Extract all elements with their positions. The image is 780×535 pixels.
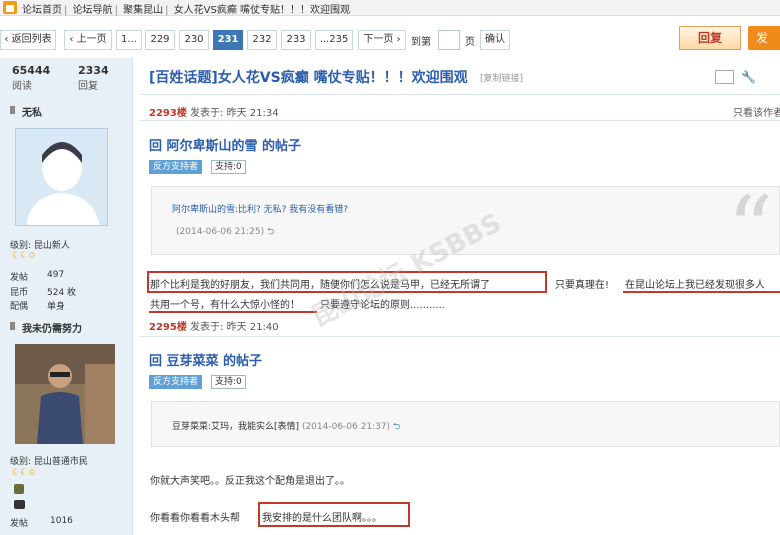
thread-title: [百姓话题]女人花VS疯癫 嘴仗专贴！！！欢迎围观 bbox=[149, 70, 468, 86]
coins-value: 524 枚 bbox=[47, 288, 77, 298]
copy-link[interactable]: [复制链接] bbox=[480, 71, 523, 84]
post-title: 回 豆芽菜菜 的帖子 bbox=[149, 354, 263, 369]
user-level: 级别: 昆山新人 bbox=[10, 241, 70, 251]
posts-label: 发帖 bbox=[10, 519, 29, 529]
quote-text: 阿尔卑斯山的雪:比利? 无私? 我有没有看错? bbox=[172, 205, 349, 215]
post-text: 你看看你看看木头帮 bbox=[150, 513, 240, 524]
page-link[interactable]: 233 bbox=[281, 30, 311, 50]
partner-value: 单身 bbox=[47, 302, 66, 312]
back-to-list-button[interactable]: ‹ 返回列表 bbox=[0, 30, 56, 50]
reply-button[interactable]: 回复 bbox=[679, 26, 741, 50]
breadcrumb-item[interactable]: 论坛导航 bbox=[73, 5, 113, 16]
user-sidebar: 65444 阅读 2334 回复 无私 级别: 昆山新人 ☾☾✩ 发帖 497 … bbox=[0, 58, 133, 535]
divider bbox=[140, 94, 780, 95]
support-button[interactable]: 支持:0 bbox=[211, 375, 246, 389]
rank-stars: ☾☾✩ bbox=[12, 468, 36, 478]
medal-icon bbox=[14, 484, 24, 494]
quote-time: (2014-06-06 21:25) ⮌ bbox=[176, 227, 275, 237]
wrench-icon[interactable]: 🔧 bbox=[741, 70, 756, 84]
breadcrumb-item: 女人花VS疯癫 嘴仗专贴！！！欢迎围观 bbox=[173, 5, 351, 16]
new-post-button[interactable]: 发 bbox=[748, 26, 780, 50]
confirm-button[interactable]: 确认 bbox=[480, 30, 510, 50]
supporter-tag: 反方支持者 bbox=[149, 375, 203, 389]
avatar[interactable] bbox=[15, 344, 115, 444]
page-unit-label: 页 bbox=[465, 37, 475, 48]
posts-label: 发帖 bbox=[10, 273, 29, 283]
home-icon[interactable] bbox=[3, 1, 17, 14]
next-page-button[interactable]: 下一页 › bbox=[358, 30, 406, 50]
reply-count: 2334 bbox=[78, 64, 109, 77]
posts-value: 1016 bbox=[50, 516, 73, 526]
prev-page-button[interactable]: ‹ 上一页 bbox=[64, 30, 112, 50]
user-status-icon bbox=[10, 322, 15, 330]
post-text: 在昆山论坛上我已经发现很多人 bbox=[625, 280, 765, 291]
quote-mark-icon: “ bbox=[726, 177, 773, 282]
page-link[interactable]: 230 bbox=[179, 30, 209, 50]
goto-page-input[interactable] bbox=[438, 30, 460, 50]
divider bbox=[140, 336, 780, 337]
highlight-box bbox=[258, 502, 410, 527]
select-checkbox[interactable] bbox=[715, 70, 734, 84]
post-text: 你就大声笑吧。。反正我这个配角是退出了。。 bbox=[150, 476, 350, 487]
breadcrumb-item[interactable]: 聚集昆山 bbox=[123, 5, 163, 16]
jump-icon[interactable]: ⮌ bbox=[393, 422, 400, 432]
username[interactable]: 我未仍需努力 bbox=[22, 320, 82, 335]
breadcrumb: 论坛首页 | 论坛导航 | 聚集昆山 | 女人花VS疯癫 嘴仗专贴！！！欢迎围观 bbox=[0, 0, 780, 16]
coins-label: 昆币 bbox=[10, 288, 29, 298]
camera-icon bbox=[14, 500, 25, 509]
jump-icon[interactable]: ⮌ bbox=[267, 227, 274, 237]
post-title: 回 阿尔卑斯山的雪 的帖子 bbox=[149, 139, 302, 154]
breadcrumb-item[interactable]: 论坛首页 bbox=[22, 5, 62, 16]
pagination: ‹ 返回列表 ‹ 上一页 1... 229 230 231 232 233 ..… bbox=[0, 27, 780, 53]
user-status-icon bbox=[10, 106, 15, 114]
divider bbox=[140, 120, 780, 121]
partner-label: 配偶 bbox=[10, 302, 29, 312]
quote-block: 豆芽菜菜:艾玛，我能实么[表情] (2014-06-06 21:37) ⮌ bbox=[151, 401, 780, 447]
post-meta: 2295楼 发表于: 昨天 21:40 bbox=[149, 322, 279, 333]
view-label: 阅读 bbox=[12, 81, 32, 92]
view-count: 65444 bbox=[12, 64, 51, 77]
user-level: 级别: 昆山普通市民 bbox=[10, 457, 88, 467]
posts-value: 497 bbox=[47, 270, 65, 280]
page-link[interactable]: 229 bbox=[145, 30, 175, 50]
post-meta: 2293楼 发表于: 昨天 21:34 bbox=[149, 108, 279, 119]
highlight-underline bbox=[149, 311, 317, 313]
quote-text: 豆芽菜菜:艾玛，我能实么[表情] (2014-06-06 21:37) ⮌ bbox=[172, 422, 401, 432]
username[interactable]: 无私 bbox=[22, 104, 42, 119]
page-link[interactable]: 232 bbox=[247, 30, 277, 50]
supporter-tag: 反方支持者 bbox=[149, 160, 203, 174]
only-author-link[interactable]: 只看该作者 bbox=[733, 104, 780, 119]
support-button[interactable]: 支持:0 bbox=[211, 160, 246, 174]
goto-label: 到第 bbox=[411, 37, 431, 48]
page-link[interactable]: 1... bbox=[116, 30, 142, 50]
post-text: 只要真理在! bbox=[555, 280, 610, 291]
post-text: 共用一个号，有什么大惊小怪的！ bbox=[150, 300, 300, 311]
page-link-current: 231 bbox=[213, 30, 243, 50]
page-link[interactable]: ...235 bbox=[315, 30, 353, 50]
avatar[interactable] bbox=[15, 128, 108, 226]
highlight-underline bbox=[623, 291, 780, 293]
rank-stars: ☾☾✩ bbox=[12, 251, 36, 261]
reply-label: 回复 bbox=[78, 81, 98, 92]
